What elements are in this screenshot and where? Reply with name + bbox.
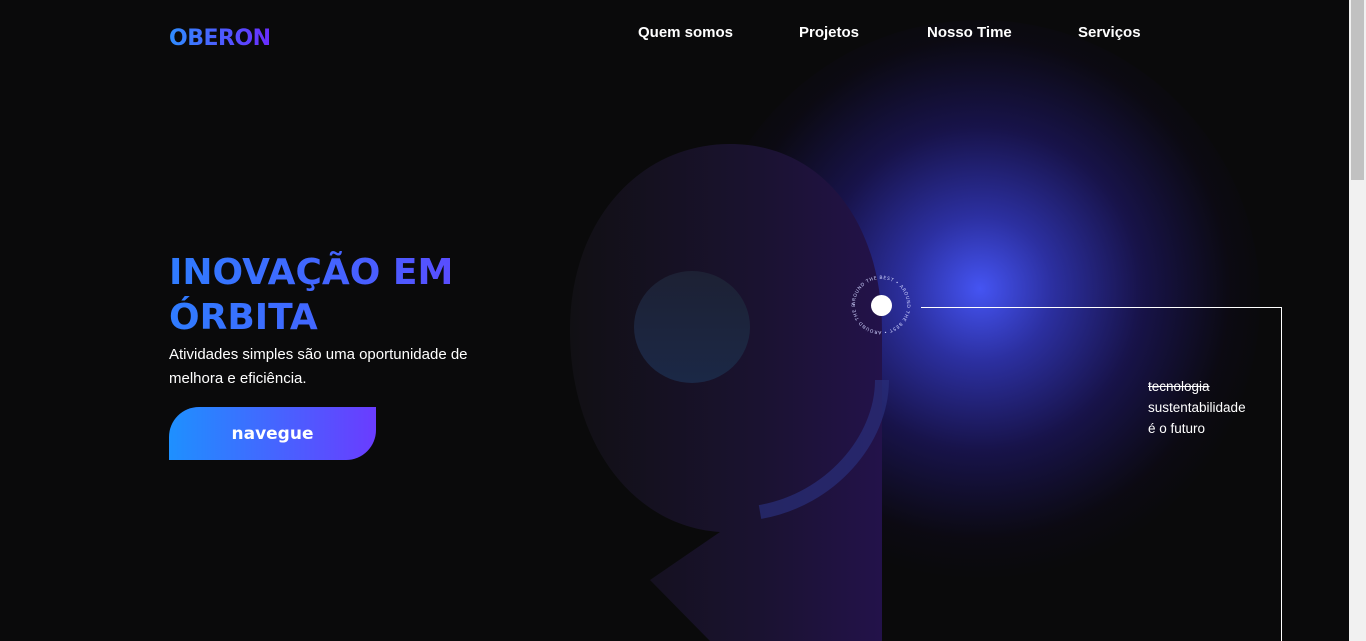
- connector-line-vertical: [1281, 307, 1282, 641]
- scrollbar-thumb[interactable]: [1351, 0, 1364, 180]
- nav-item-quem-somos[interactable]: Quem somos: [638, 24, 733, 41]
- page-scrollbar[interactable]: [1349, 0, 1366, 641]
- hero-subtitle: Atividades simples são uma oportunidade …: [169, 346, 468, 387]
- hero-title-line-1: INOVAÇÃO EM: [169, 252, 454, 293]
- nav-item-projetos[interactable]: Projetos: [799, 24, 859, 41]
- nav-item-nosso-time[interactable]: Nosso Time: [927, 24, 1012, 41]
- planet-icon: [871, 295, 892, 316]
- tagline-struck-word: tecnologia: [1148, 379, 1210, 394]
- navegue-button[interactable]: navegue: [169, 407, 376, 460]
- tagline-line-2: sustentabilidade: [1148, 400, 1246, 415]
- connector-line-horizontal: [921, 307, 1282, 308]
- main-nav: Quem somos Projetos Nosso Time Serviços: [0, 24, 1349, 44]
- tagline: tecnologia sustentabilidade é o futuro: [1148, 376, 1246, 439]
- tagline-line-3: é o futuro: [1148, 421, 1206, 436]
- background-nine-shape: [570, 144, 889, 641]
- nav-item-servicos[interactable]: Serviços: [1078, 24, 1141, 41]
- hero-title: INOVAÇÃO EM ÓRBITA: [169, 250, 529, 340]
- page: AROUND THE BEST • AROUND THE BEST • AROU…: [0, 0, 1349, 641]
- hero-title-line-2: ÓRBITA: [169, 297, 318, 338]
